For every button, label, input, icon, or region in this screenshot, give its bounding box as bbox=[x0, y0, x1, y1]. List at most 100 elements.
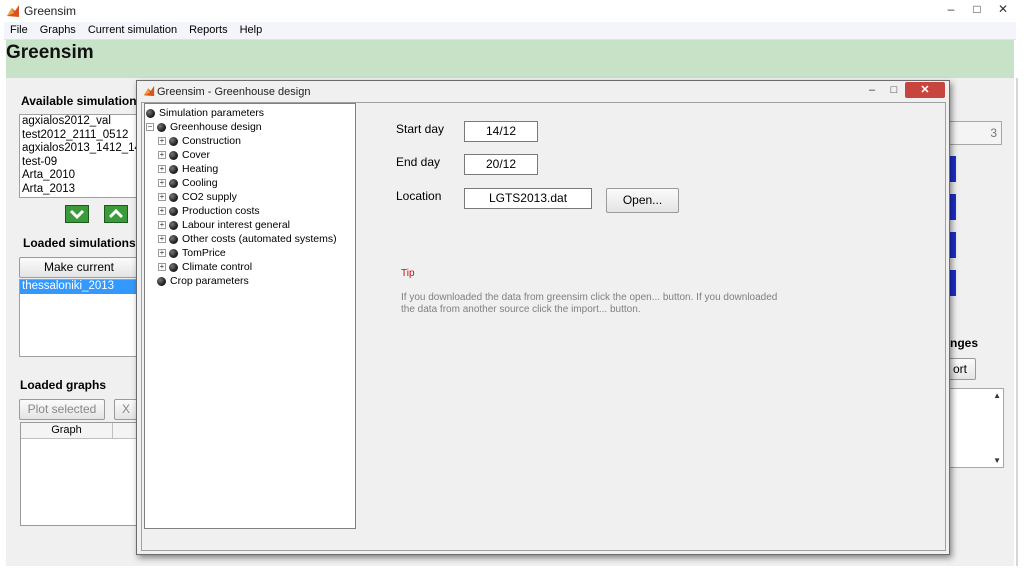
menu-file[interactable]: File bbox=[4, 22, 34, 39]
tree-item-tomprice[interactable]: + TomPrice bbox=[158, 246, 226, 260]
list-item[interactable]: Arta_2013 bbox=[20, 183, 138, 197]
available-simulations-list[interactable]: agxialos2012_val test2012_2111_0512 agxi… bbox=[19, 114, 139, 198]
remove-graph-button[interactable]: X bbox=[114, 399, 138, 420]
menu-graphs[interactable]: Graphs bbox=[34, 22, 82, 39]
make-current-button[interactable]: Make current bbox=[19, 257, 139, 278]
list-item[interactable]: agxialos2012_val bbox=[20, 115, 138, 129]
location-label: Location bbox=[396, 189, 442, 203]
dialog-minimize-button[interactable]: – bbox=[861, 82, 883, 98]
expand-icon[interactable]: + bbox=[158, 165, 166, 173]
expand-icon[interactable]: + bbox=[158, 179, 166, 187]
start-day-label: Start day bbox=[396, 122, 445, 136]
location-field[interactable]: LGTS2013.dat bbox=[464, 188, 592, 209]
tree-item-labour-interest-general[interactable]: + Labour interest general bbox=[158, 218, 290, 232]
close-button[interactable]: ✕ bbox=[990, 0, 1016, 18]
tree-item-climate-control[interactable]: + Climate control bbox=[158, 260, 252, 274]
loaded-simulations-label: Loaded simulations: bbox=[23, 236, 140, 250]
tree-item-label: Simulation parameters bbox=[159, 107, 265, 119]
loaded-simulations-list[interactable]: thessaloniki_2013 bbox=[19, 279, 139, 357]
tree-item-crop-parameters[interactable]: Crop parameters bbox=[146, 274, 249, 288]
tree-item-label: Construction bbox=[182, 135, 241, 147]
matlab-logo-icon bbox=[7, 5, 19, 17]
tree-item-cooling[interactable]: + Cooling bbox=[158, 176, 218, 190]
tree-item-label: Other costs (automated systems) bbox=[182, 233, 337, 245]
list-item[interactable]: thessaloniki_2013 bbox=[20, 280, 138, 294]
collapse-icon[interactable]: − bbox=[146, 123, 154, 131]
dialog-content: Simulation parameters − Greenhouse desig… bbox=[141, 102, 946, 551]
chevron-up-icon bbox=[108, 208, 124, 219]
minimize-button[interactable]: – bbox=[938, 0, 964, 18]
tree-item-heating[interactable]: + Heating bbox=[158, 162, 218, 176]
scroll-up-icon[interactable]: ▲ bbox=[993, 391, 1001, 400]
menu-bar: File Graphs Current simulation Reports H… bbox=[4, 22, 1016, 40]
expand-icon[interactable]: + bbox=[158, 151, 166, 159]
tree-node-icon bbox=[146, 108, 155, 118]
tree-item-simulation-parameters[interactable]: Simulation parameters bbox=[146, 106, 264, 120]
tree-item-greenhouse-design[interactable]: − Greenhouse design bbox=[146, 120, 262, 134]
tree-item-other-costs[interactable]: + Other costs (automated systems) bbox=[158, 232, 337, 246]
list-item[interactable]: test-09 bbox=[20, 156, 138, 170]
tree-node-icon bbox=[169, 136, 178, 146]
list-item[interactable]: Arta_2010 bbox=[20, 169, 138, 183]
tree-node-icon bbox=[169, 220, 178, 230]
dialog-maximize-button[interactable]: □ bbox=[883, 82, 905, 98]
tree-node-icon bbox=[169, 262, 178, 272]
tree-item-production-costs[interactable]: + Production costs bbox=[158, 204, 260, 218]
dialog-title: Greensim - Greenhouse design bbox=[157, 86, 311, 98]
plot-selected-button[interactable]: Plot selected bbox=[19, 399, 105, 420]
available-simulations-label: Available simulations bbox=[21, 94, 144, 108]
end-day-label: End day bbox=[396, 155, 441, 169]
expand-icon[interactable]: + bbox=[158, 193, 166, 201]
tip-text: If you downloaded the data from greensim… bbox=[401, 292, 778, 315]
tree-item-label: Cover bbox=[182, 149, 211, 161]
menu-reports[interactable]: Reports bbox=[183, 22, 234, 39]
value-field[interactable]: 3 bbox=[948, 121, 1002, 145]
tree-node-icon bbox=[169, 178, 178, 188]
tree-node-icon bbox=[169, 150, 178, 160]
window-title: Greensim bbox=[24, 4, 77, 18]
tree-node-icon bbox=[169, 192, 178, 202]
value-field-text: 3 bbox=[990, 126, 997, 140]
tree-item-cover[interactable]: + Cover bbox=[158, 148, 210, 162]
expand-icon[interactable]: + bbox=[158, 263, 166, 271]
changes-label: nges bbox=[950, 336, 979, 350]
loaded-graphs-label: Loaded graphs bbox=[20, 378, 107, 392]
tip-label: Tip bbox=[401, 268, 415, 279]
main-title-bar: Greensim – □ ✕ bbox=[0, 0, 1024, 22]
expand-icon[interactable]: + bbox=[158, 249, 166, 257]
list-item[interactable]: test2012_2111_0512 bbox=[20, 129, 138, 143]
parameter-tree[interactable]: Simulation parameters − Greenhouse desig… bbox=[144, 103, 356, 529]
tree-item-label: Heating bbox=[182, 163, 219, 175]
expand-icon[interactable]: + bbox=[158, 207, 166, 215]
graphs-table[interactable]: Graph bbox=[20, 422, 150, 526]
expand-icon[interactable]: + bbox=[158, 235, 166, 243]
tree-node-icon bbox=[157, 122, 166, 132]
expand-icon[interactable]: + bbox=[158, 221, 166, 229]
start-day-field[interactable]: 14/12 bbox=[464, 121, 538, 142]
matlab-logo-icon bbox=[143, 85, 155, 97]
maximize-button[interactable]: □ bbox=[964, 0, 990, 18]
greenhouse-design-dialog: Greensim - Greenhouse design – □ ✕ Simul… bbox=[136, 80, 950, 555]
tree-node-icon bbox=[169, 164, 178, 174]
open-button[interactable]: Open... bbox=[606, 188, 679, 213]
move-down-button[interactable] bbox=[65, 205, 89, 223]
tree-node-icon bbox=[169, 234, 178, 244]
tree-item-label: CO2 supply bbox=[182, 191, 237, 203]
tree-item-label: Climate control bbox=[182, 261, 253, 273]
expand-icon[interactable]: + bbox=[158, 137, 166, 145]
header-band: Greensim bbox=[6, 40, 1014, 78]
tree-item-label: TomPrice bbox=[182, 247, 226, 259]
tree-item-co2-supply[interactable]: + CO2 supply bbox=[158, 190, 237, 204]
menu-current-simulation[interactable]: Current simulation bbox=[82, 22, 183, 39]
scroll-down-icon[interactable]: ▼ bbox=[993, 456, 1001, 465]
list-item[interactable]: agxialos2013_1412_14 bbox=[20, 142, 138, 156]
app-heading: Greensim bbox=[6, 42, 94, 63]
end-day-field[interactable]: 20/12 bbox=[464, 154, 538, 175]
tree-item-label: Greenhouse design bbox=[170, 121, 262, 133]
tree-item-label: Cooling bbox=[182, 177, 218, 189]
tree-item-construction[interactable]: + Construction bbox=[158, 134, 241, 148]
changes-text-area[interactable]: ▲ ▼ bbox=[948, 388, 1004, 468]
menu-help[interactable]: Help bbox=[234, 22, 269, 39]
dialog-close-button[interactable]: ✕ bbox=[905, 82, 945, 98]
move-up-button[interactable] bbox=[104, 205, 128, 223]
